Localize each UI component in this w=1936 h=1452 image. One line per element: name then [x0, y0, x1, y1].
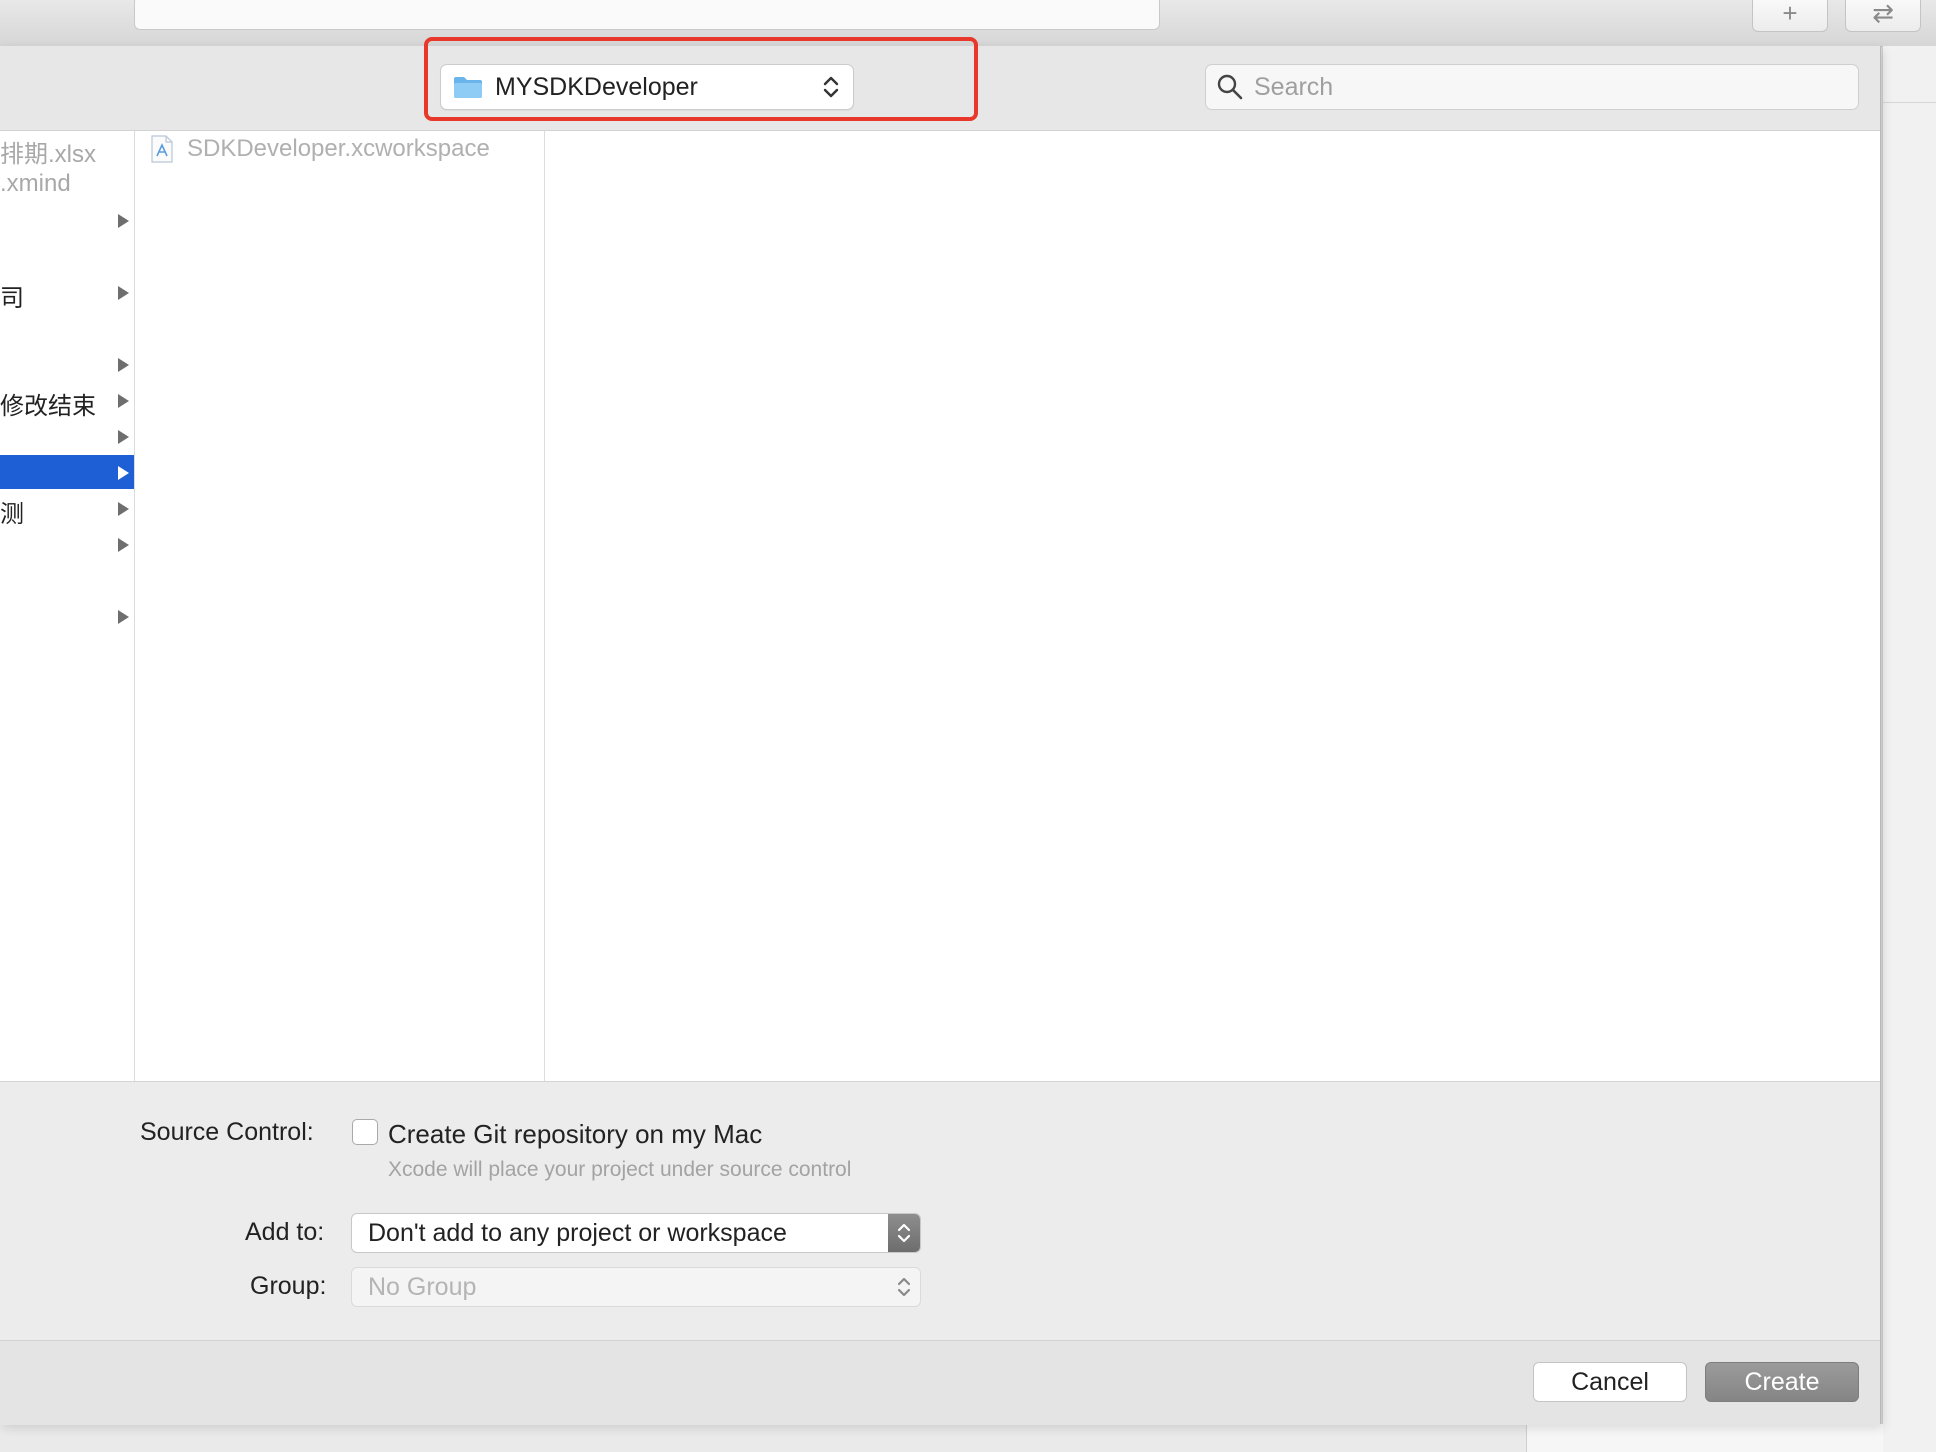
sidebar-folder-row[interactable]: .xmind: [0, 167, 134, 201]
sidebar-folder-row[interactable]: 排期.xlsx: [0, 131, 134, 168]
disclosure-arrow-icon: [118, 430, 129, 444]
search-icon: [1217, 74, 1243, 100]
file-browser: 排期.xlsx .xmind 司修改结束测 SDKDeveloper.xcworks…: [0, 131, 1880, 1082]
sidebar-folder-row[interactable]: [0, 455, 134, 489]
sidebar-folder-row[interactable]: 测: [0, 491, 134, 528]
file-name: SDKDeveloper.xcworkspace: [187, 135, 490, 162]
plus-icon[interactable]: +: [1752, 0, 1828, 32]
background-bottom-area: [0, 1424, 1526, 1452]
highlight-annotation-box: [424, 37, 978, 121]
disclosure-arrow-icon: [118, 214, 129, 228]
sidebar-folder-row[interactable]: [0, 311, 134, 345]
sidebar-folder-row[interactable]: [0, 599, 134, 633]
sidebar-folder-row[interactable]: 修改结束: [0, 383, 134, 420]
sidebar-folder-label: 排期.xlsx: [0, 141, 96, 168]
create-button[interactable]: Create: [1705, 1362, 1859, 1402]
disclosure-arrow-icon: [118, 358, 129, 372]
git-repository-checkbox[interactable]: [352, 1119, 378, 1145]
sidebar-folder-label: 测: [0, 501, 24, 528]
disclosure-arrow-icon: [118, 610, 129, 624]
sidebar-folder-row[interactable]: [0, 419, 134, 453]
current-folder-column: SDKDeveloper.xcworkspace: [135, 131, 545, 1081]
xcworkspace-icon: [151, 135, 173, 163]
add-to-label: Add to:: [245, 1218, 325, 1246]
save-sheet: MYSDKDeveloper 排期.xlsx.xmind司修改结束测 SDKDe…: [0, 37, 1881, 1425]
sidebar-folder-row[interactable]: [0, 527, 134, 561]
group-value: No Group: [368, 1272, 477, 1301]
disclosure-arrow-icon: [118, 502, 129, 516]
sidebar-folder-label: .xmind: [0, 170, 71, 197]
disclosure-arrow-icon: [118, 286, 129, 300]
sidebar-folder-row[interactable]: [0, 563, 134, 597]
sidebar-folder-row[interactable]: 司: [0, 275, 134, 312]
chevron-up-down-icon: [888, 1214, 920, 1252]
swap-arrows-icon[interactable]: ⇄: [1845, 0, 1921, 32]
add-to-value: Don't add to any project or workspace: [368, 1218, 787, 1247]
source-control-label: Source Control:: [140, 1118, 314, 1146]
background-bottom-right-area: [1526, 1424, 1883, 1452]
chevron-up-down-icon: [888, 1268, 920, 1306]
parent-folder-column: 排期.xlsx .xmind 司修改结束测: [0, 131, 135, 1081]
search-input[interactable]: [1252, 71, 1836, 103]
git-help-text: Xcode will place your project under sour…: [388, 1158, 852, 1181]
sidebar-folder-label: 司: [0, 285, 24, 312]
preview-column: [545, 131, 1880, 1081]
add-to-popup[interactable]: Don't add to any project or workspace: [351, 1213, 921, 1253]
file-item-xcworkspace[interactable]: SDKDeveloper.xcworkspace: [151, 131, 490, 167]
disclosure-arrow-icon: [118, 466, 129, 480]
group-popup[interactable]: No Group: [351, 1267, 921, 1307]
background-text-field: [134, 0, 1160, 30]
disclosure-arrow-icon: [118, 538, 129, 552]
git-checkbox-label[interactable]: Create Git repository on my Mac: [388, 1119, 762, 1150]
group-label: Group:: [250, 1272, 327, 1300]
search-field[interactable]: [1205, 64, 1859, 110]
cancel-button[interactable]: Cancel: [1533, 1362, 1687, 1402]
sidebar-folder-label: 修改结束: [0, 393, 96, 420]
sidebar-folder-row[interactable]: [0, 203, 134, 237]
sidebar-folder-row[interactable]: [0, 239, 134, 273]
disclosure-arrow-icon: [118, 394, 129, 408]
sidebar-folder-row[interactable]: [0, 347, 134, 381]
background-inspector-panel: [1882, 46, 1936, 1452]
